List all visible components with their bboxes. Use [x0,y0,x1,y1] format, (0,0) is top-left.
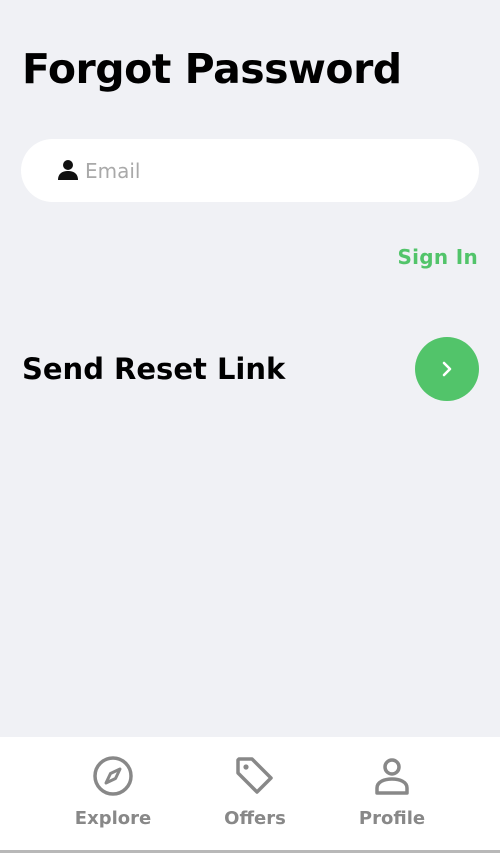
sign-in-link[interactable]: Sign In [397,245,478,269]
chevron-right-icon [442,361,452,377]
send-reset-link-label: Send Reset Link [22,352,286,386]
send-reset-link-button[interactable] [415,337,479,401]
bottom-nav: Explore Offers Profile [0,737,500,850]
compass-icon [93,756,133,796]
email-field[interactable] [21,139,479,202]
nav-label-explore: Explore [74,808,152,829]
nav-label-offers: Offers [224,808,286,829]
page-title: Forgot Password [22,45,402,93]
nav-item-profile[interactable]: Profile [332,737,452,850]
profile-icon [375,758,409,795]
forgot-password-screen: Forgot Password Sign In Send Reset Link … [0,0,500,853]
nav-item-offers[interactable]: Offers [195,737,315,850]
person-icon [58,160,78,180]
email-input[interactable] [85,139,465,202]
nav-item-explore[interactable]: Explore [53,737,173,850]
tag-icon [236,757,273,794]
nav-label-profile: Profile [358,808,426,829]
